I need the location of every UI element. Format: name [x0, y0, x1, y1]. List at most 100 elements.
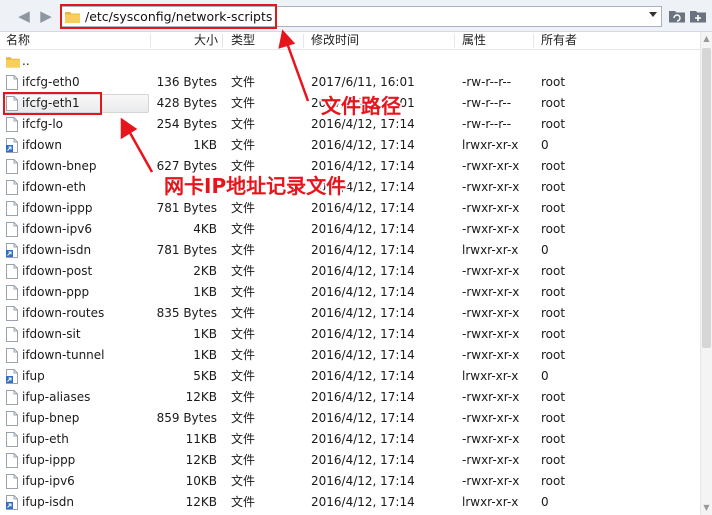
- symlink-file-icon: [6, 243, 18, 258]
- file-permissions: -rw-r--r--: [462, 117, 512, 131]
- symlink-file-icon: [6, 369, 18, 384]
- file-icon: [6, 390, 18, 405]
- file-type: 文件: [231, 117, 256, 131]
- file-row[interactable]: ifdown-routes 835 Bytes 文件 2016/4/12, 17:14…: [0, 303, 700, 324]
- file-icon: [6, 75, 18, 90]
- scroll-thumb[interactable]: [702, 48, 711, 348]
- file-size: 1KB: [193, 327, 217, 341]
- file-modified: 2016/4/12, 17:14: [311, 327, 415, 341]
- file-icon: [6, 264, 18, 279]
- file-row[interactable]: ifcfg-eth0 136 Bytes 文件 2017/6/11, 16:01 -rw…: [0, 72, 700, 93]
- file-modified: 2016/4/12, 17:14: [311, 306, 415, 320]
- column-modified[interactable]: 修改时间: [311, 32, 359, 50]
- file-row[interactable]: ifdown-tunnel 1KB 文件 2016/4/12, 17:14 -rwxr-…: [0, 345, 700, 366]
- chevron-down-icon[interactable]: [649, 12, 657, 17]
- file-type: 文件: [231, 201, 256, 215]
- column-owner[interactable]: 所有者: [541, 32, 577, 50]
- file-name: ifup-ippp: [22, 453, 76, 467]
- file-owner: 0: [541, 243, 549, 257]
- file-modified: 2016/4/12, 17:14: [311, 474, 415, 488]
- file-owner: root: [541, 474, 566, 488]
- refresh-folder-icon[interactable]: [668, 7, 686, 25]
- file-modified: 2016/4/12, 17:14: [311, 222, 415, 236]
- file-modified: 2016/4/12, 17:14: [311, 348, 415, 362]
- file-permissions: -rwxr-xr-x: [462, 201, 520, 215]
- file-row[interactable]: ifdown-post 2KB 文件 2016/4/12, 17:14 -rwxr-xr…: [0, 261, 700, 282]
- file-type: 文件: [231, 96, 256, 110]
- file-size: 1KB: [193, 285, 217, 299]
- file-row[interactable]: ifup-eth 11KB 文件 2016/4/12, 17:14 -rwxr-xr-x…: [0, 429, 700, 450]
- file-permissions: -rwxr-xr-x: [462, 432, 520, 446]
- file-size: 10KB: [185, 474, 217, 488]
- column-size[interactable]: 大小: [194, 32, 218, 50]
- file-name: ifup: [22, 369, 45, 383]
- file-modified: 2016/4/12, 17:14: [311, 369, 415, 383]
- file-row[interactable]: ifup-aliases 12KB 文件 2016/4/12, 17:14 -rwxr-…: [0, 387, 700, 408]
- file-owner: 0: [541, 369, 549, 383]
- file-name: ifdown-eth: [22, 180, 86, 194]
- file-size: 12KB: [185, 453, 217, 467]
- file-highlight-box: [3, 92, 102, 115]
- file-name: ifdown-ipv6: [22, 222, 92, 236]
- file-permissions: -rwxr-xr-x: [462, 159, 520, 173]
- file-name: ifcfg-eth0: [22, 75, 80, 89]
- file-row[interactable]: ifup-ipv6 10KB 文件 2016/4/12, 17:14 -rwxr-xr-…: [0, 471, 700, 492]
- add-folder-icon[interactable]: [689, 7, 707, 25]
- file-icon: [6, 432, 18, 447]
- file-row[interactable]: ifup 5KB 文件 2016/4/12, 17:14 lrwxr-xr-x 0: [0, 366, 700, 387]
- file-row[interactable]: ifdown-sit 1KB 文件 2016/4/12, 17:14 -rwxr-xr-…: [0, 324, 700, 345]
- column-divider[interactable]: [454, 34, 455, 48]
- file-row[interactable]: ifup-isdn 12KB 文件 2016/4/12, 17:14 lrwxr-xr-…: [0, 492, 700, 513]
- file-icon: [6, 411, 18, 426]
- parent-dir-row[interactable]: ..: [0, 51, 700, 72]
- column-type[interactable]: 类型: [231, 32, 255, 50]
- folder-icon: [6, 57, 20, 68]
- file-owner: root: [541, 306, 566, 320]
- file-row[interactable]: ifdown-ipv6 4KB 文件 2016/4/12, 17:14 -rwxr-xr…: [0, 219, 700, 240]
- file-size: 11KB: [185, 432, 217, 446]
- file-size: 5KB: [193, 369, 217, 383]
- scroll-down-icon[interactable]: ▼: [702, 502, 711, 514]
- scroll-up-icon[interactable]: ▲: [702, 33, 711, 45]
- file-icon: [6, 453, 18, 468]
- file-row[interactable]: ifup-ippp 12KB 文件 2016/4/12, 17:14 -rwxr-xr-…: [0, 450, 700, 471]
- file-name: ifdown-tunnel: [22, 348, 105, 362]
- file-owner: root: [541, 96, 566, 110]
- column-attributes[interactable]: 属性: [462, 32, 486, 50]
- file-row[interactable]: ifdown-isdn 781 Bytes 文件 2016/4/12, 17:14 lr…: [0, 240, 700, 261]
- file-modified: 2016/4/12, 17:14: [311, 411, 415, 425]
- file-icon: [6, 159, 18, 174]
- column-divider[interactable]: [303, 34, 304, 48]
- file-row[interactable]: ifup-bnep 859 Bytes 文件 2016/4/12, 17:14 -rwx…: [0, 408, 700, 429]
- file-row[interactable]: ifdown-ippp 781 Bytes 文件 2016/4/12, 17:14 -r…: [0, 198, 700, 219]
- file-owner: root: [541, 390, 566, 404]
- file-owner: root: [541, 453, 566, 467]
- file-permissions: -rwxr-xr-x: [462, 180, 520, 194]
- file-owner: root: [541, 159, 566, 173]
- file-row[interactable]: ifdown 1KB 文件 2016/4/12, 17:14 lrwxr-xr-x 0: [0, 135, 700, 156]
- file-name: ifcfg-lo: [22, 117, 64, 131]
- file-row[interactable]: ifdown-bnep 627 Bytes 文件 2016/4/12, 17:14 -r…: [0, 156, 700, 177]
- column-divider[interactable]: [150, 34, 151, 48]
- file-permissions: -rwxr-xr-x: [462, 390, 520, 404]
- file-name: ifdown-post: [22, 264, 93, 278]
- vertical-scrollbar[interactable]: ▲ ▼: [700, 32, 712, 515]
- forward-arrow-icon[interactable]: ▶: [37, 8, 55, 24]
- file-row[interactable]: ifdown-ppp 1KB 文件 2016/4/12, 17:14 -rwxr-xr-…: [0, 282, 700, 303]
- back-arrow-icon[interactable]: ◀: [15, 8, 33, 24]
- column-divider[interactable]: [533, 34, 534, 48]
- file-modified: 2016/4/12, 17:14: [311, 390, 415, 404]
- file-type: 文件: [231, 369, 256, 383]
- column-name[interactable]: 名称: [6, 32, 30, 50]
- file-name: ifdown-bnep: [22, 159, 97, 173]
- file-modified: 2016/4/12, 17:14: [311, 264, 415, 278]
- file-icon: [6, 201, 18, 216]
- file-name: ..: [22, 54, 30, 68]
- column-divider[interactable]: [222, 34, 223, 48]
- file-size: 4KB: [193, 222, 217, 236]
- file-size: 1KB: [193, 348, 217, 362]
- file-size: 781 Bytes: [156, 201, 217, 215]
- file-row[interactable]: ifdown-eth 文件 2016/4/12, 17:14 -rwxr-xr-x ro…: [0, 177, 700, 198]
- file-icon: [6, 180, 18, 195]
- symlink-file-icon: [6, 495, 18, 510]
